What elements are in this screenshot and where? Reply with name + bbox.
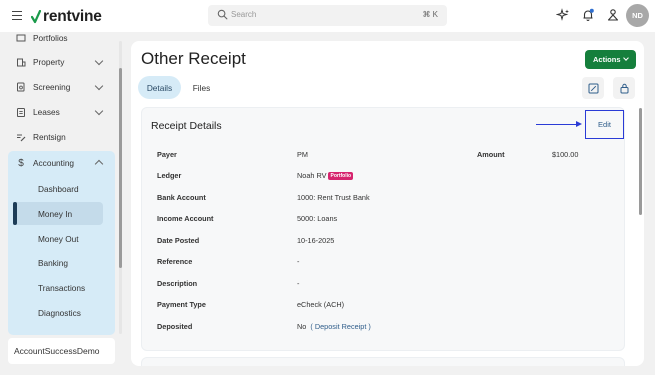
deposit-receipt-link[interactable]: ( Deposit Receipt ) bbox=[308, 322, 370, 331]
rentvine-logo-icon bbox=[31, 10, 41, 24]
secondary-card bbox=[141, 357, 625, 366]
logo[interactable]: rentvine bbox=[31, 8, 102, 26]
chevron-down-icon bbox=[94, 81, 104, 91]
deposited-label: Deposited bbox=[157, 322, 193, 331]
receipt-details-card: Receipt Details Edit Payer PM Amount $10… bbox=[141, 107, 625, 351]
sidebar-subitem-diagnostics[interactable]: Diagnostics bbox=[38, 308, 81, 318]
deposit-receipt-label: Deposit Receipt bbox=[314, 322, 367, 331]
chevron-down-icon bbox=[94, 106, 104, 116]
sidebar-item-portfolios[interactable]: Portfolios bbox=[8, 32, 115, 49]
main-scrollbar-thumb[interactable] bbox=[639, 108, 642, 215]
sidebar-item-label: Screening bbox=[33, 82, 71, 92]
archive-button[interactable] bbox=[613, 77, 635, 99]
bank-account-label: Bank Account bbox=[157, 193, 206, 202]
brand-name: rentvine bbox=[43, 8, 102, 25]
payer-label: Payer bbox=[157, 150, 177, 159]
building-icon bbox=[16, 57, 26, 67]
search-shortcut: ⌘ K bbox=[422, 10, 438, 19]
date-posted-label: Date Posted bbox=[157, 236, 200, 245]
income-account-value: 5000: Loans bbox=[297, 214, 338, 223]
ledger-field: Noah RV Portfolio bbox=[297, 171, 354, 180]
payer-value: PM bbox=[297, 150, 308, 159]
active-indicator bbox=[13, 202, 17, 225]
reference-value: - bbox=[297, 257, 300, 266]
date-posted-value: 10-16-2025 bbox=[297, 236, 335, 245]
dollar-icon: $ bbox=[18, 157, 24, 169]
portfolio-badge: Portfolio bbox=[328, 172, 354, 180]
page-title: Other Receipt bbox=[141, 49, 246, 68]
sidebar-item-property[interactable]: Property bbox=[8, 51, 115, 73]
actions-label: Actions bbox=[593, 55, 621, 64]
edit-note-icon bbox=[588, 83, 598, 93]
payment-type-value: eCheck (ACH) bbox=[297, 300, 345, 309]
tab-details[interactable]: Details bbox=[138, 76, 181, 99]
deposited-field: No ( Deposit Receipt ) bbox=[297, 322, 371, 331]
search-bar[interactable]: Search ⌘ K bbox=[208, 5, 447, 26]
payment-type-label: Payment Type bbox=[157, 300, 206, 309]
ledger-value[interactable]: Noah RV bbox=[297, 171, 326, 180]
company-selector[interactable]: AccountSuccessDemo bbox=[8, 338, 115, 364]
edit-note-button[interactable] bbox=[582, 77, 604, 99]
income-account-label: Income Account bbox=[157, 214, 214, 223]
amount-value: $100.00 bbox=[552, 150, 579, 159]
deposited-value: No bbox=[297, 322, 307, 331]
actions-button[interactable]: Actions bbox=[585, 50, 636, 69]
sidebar-subitem-money-out[interactable]: Money Out bbox=[38, 234, 79, 244]
amount-label: Amount bbox=[477, 150, 505, 159]
main-panel: Other Receipt Actions Details Files Rece… bbox=[131, 41, 644, 366]
sidebar-subitem-dashboard[interactable]: Dashboard bbox=[38, 184, 79, 194]
clipboard-icon bbox=[16, 107, 26, 117]
sidebar-item-accounting[interactable]: $ Accounting bbox=[8, 152, 115, 174]
sidebar-item-rentsign[interactable]: Rentsign bbox=[8, 126, 115, 148]
sidebar-subitem-transactions[interactable]: Transactions bbox=[38, 283, 85, 293]
chevron-down-icon bbox=[623, 55, 629, 61]
chevron-up-icon bbox=[94, 159, 104, 169]
edit-button[interactable]: Edit bbox=[585, 110, 624, 139]
signature-icon bbox=[16, 132, 26, 142]
sidebar-item-label: Property bbox=[33, 57, 65, 67]
search-placeholder: Search bbox=[231, 10, 257, 19]
reference-label: Reference bbox=[157, 257, 193, 266]
sidebar-subitem-banking[interactable]: Banking bbox=[38, 258, 68, 268]
sidebar-item-label: Accounting bbox=[33, 158, 75, 168]
user-alert-icon[interactable] bbox=[606, 8, 620, 22]
avatar[interactable]: ND bbox=[626, 4, 649, 27]
card-title: Receipt Details bbox=[151, 120, 222, 132]
annotation-arrow bbox=[536, 124, 576, 125]
description-label: Description bbox=[157, 279, 198, 288]
sidebar: Portfolios Property Screening Leases Ren… bbox=[0, 32, 123, 335]
sidebar-subitem-money-in[interactable]: Money In bbox=[38, 209, 72, 219]
lock-icon bbox=[620, 83, 628, 93]
sidebar-item-label: Leases bbox=[33, 107, 60, 117]
description-value: - bbox=[297, 279, 300, 288]
search-icon bbox=[217, 9, 228, 20]
sidebar-item-leases[interactable]: Leases bbox=[8, 101, 115, 123]
sidebar-scrollbar-thumb[interactable] bbox=[119, 68, 122, 268]
menu-icon[interactable] bbox=[12, 11, 22, 21]
chevron-down-icon bbox=[94, 56, 104, 66]
sidebar-item-label: Portfolios bbox=[33, 33, 68, 43]
tab-files[interactable]: Files bbox=[185, 76, 218, 99]
bell-icon[interactable] bbox=[581, 8, 595, 22]
folder-icon bbox=[16, 33, 26, 43]
sidebar-item-screening[interactable]: Screening bbox=[8, 76, 115, 98]
ledger-label: Ledger bbox=[157, 171, 182, 180]
sidebar-item-label: Rentsign bbox=[33, 132, 66, 142]
top-bar: rentvine Search ⌘ K ND bbox=[0, 0, 655, 32]
document-search-icon bbox=[16, 82, 26, 92]
bank-account-value: 1000: Rent Trust Bank bbox=[297, 193, 370, 202]
annotation-arrow-head bbox=[576, 121, 582, 127]
sparkle-icon[interactable] bbox=[556, 8, 570, 22]
